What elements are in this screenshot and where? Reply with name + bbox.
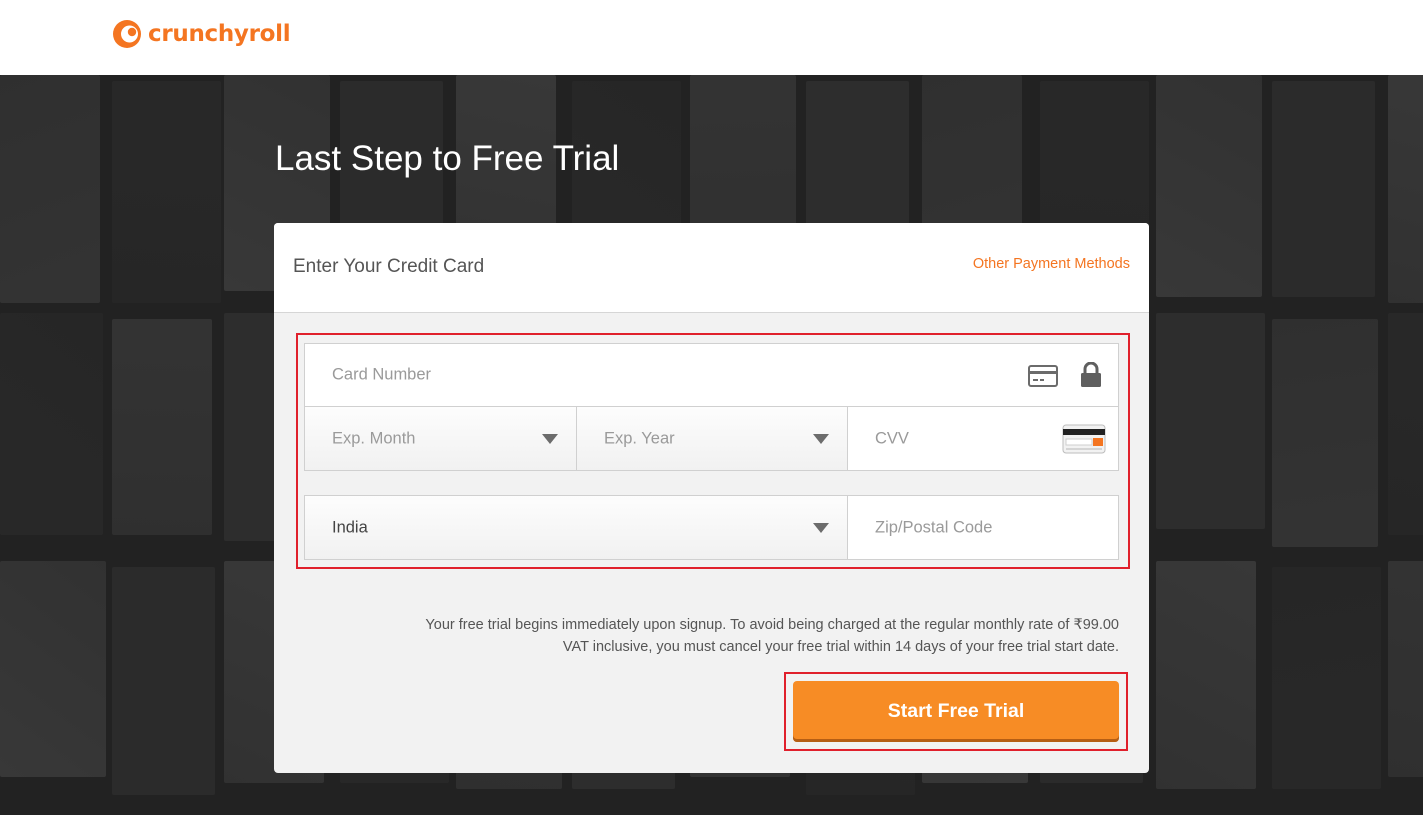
country-value: India: [332, 518, 368, 536]
top-navigation-bar: crunchyroll: [0, 0, 1423, 75]
exp-year-select[interactable]: Exp. Year: [576, 406, 848, 471]
disclaimer-line-2: VAT inclusive, you must cancel your free…: [562, 639, 1119, 655]
trial-disclaimer: Your free trial begins immediately upon …: [359, 614, 1119, 658]
other-payment-methods-link[interactable]: Other Payment Methods: [973, 256, 1130, 272]
zip-postal-placeholder: Zip/Postal Code: [875, 518, 993, 536]
start-free-trial-button[interactable]: Start Free Trial: [793, 681, 1119, 742]
disclaimer-line-1: Your free trial begins immediately upon …: [425, 617, 1119, 633]
logo-wordmark: crunchyroll: [148, 21, 291, 47]
exp-month-placeholder: Exp. Month: [332, 429, 416, 447]
card-header-title: Enter Your Credit Card: [293, 256, 485, 277]
card-number-input[interactable]: Card Number: [304, 343, 1119, 407]
cvv-card-icon: [1062, 424, 1106, 454]
chevron-down-icon: [813, 433, 829, 444]
lock-icon: [1081, 362, 1101, 387]
exp-month-select[interactable]: Exp. Month: [304, 406, 577, 471]
zip-postal-input[interactable]: Zip/Postal Code: [847, 495, 1119, 560]
crunchyroll-logo[interactable]: crunchyroll: [112, 18, 291, 50]
page-title: Last Step to Free Trial: [275, 139, 620, 178]
exp-year-placeholder: Exp. Year: [604, 429, 675, 447]
chevron-down-icon: [542, 433, 558, 444]
cvv-input[interactable]: CVV: [847, 406, 1119, 471]
card-header: Enter Your Credit Card Other Payment Met…: [274, 223, 1149, 313]
crunchyroll-logo-icon: [113, 20, 141, 48]
country-select[interactable]: India: [304, 495, 848, 560]
payment-card: Enter Your Credit Card Other Payment Met…: [274, 223, 1149, 773]
chevron-down-icon: [813, 522, 829, 533]
credit-card-icon: [1028, 365, 1058, 387]
cvv-placeholder: CVV: [875, 429, 909, 447]
card-number-placeholder: Card Number: [332, 365, 432, 384]
